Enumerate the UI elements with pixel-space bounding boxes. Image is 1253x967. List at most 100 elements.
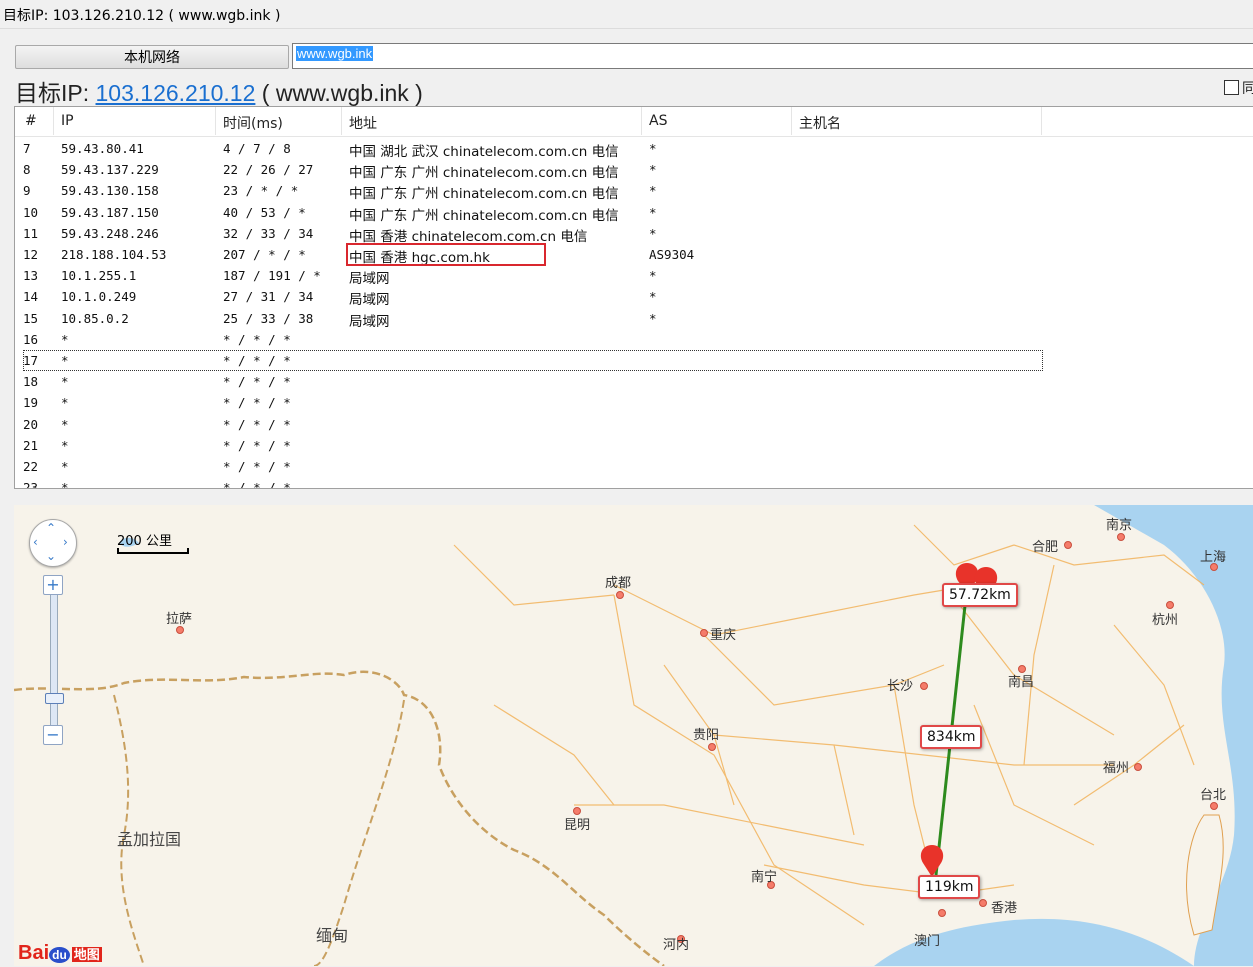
city-label: 合肥 [1032, 540, 1059, 555]
cell-n: 14 [23, 289, 39, 305]
cell-n: 13 [23, 268, 39, 284]
marker-guangzhou[interactable] [920, 845, 944, 877]
headline-domain: ( www.wgb.ink ) [255, 80, 423, 106]
cell-ip: * [61, 331, 69, 347]
route-map[interactable]: ⌃ ⌄ ‹ › + − 200 公里 南京 合肥 上海 杭州 成都 重庆 拉萨 … [14, 505, 1253, 966]
cell-n: 7 [23, 141, 31, 156]
pan-right-icon[interactable]: › [63, 536, 68, 548]
cell-n: 12 [23, 247, 39, 262]
cell-ip: * [61, 480, 69, 489]
cell-ip: 10.1.255.1 [61, 268, 137, 284]
cell-addr: 中国 香港 chinatelecom.com.cn 电信 [349, 228, 588, 245]
zoom-slider-track[interactable] [50, 585, 58, 737]
cell-time: 23 / * / * [223, 183, 299, 199]
window-title: 目标IP: 103.126.210.12 ( www.wgb.ink ) [3, 8, 281, 24]
target-input[interactable]: www.wgb.ink [292, 43, 1253, 69]
cell-ip: 218.188.104.53 [61, 247, 167, 262]
cell-n: 23 [23, 480, 39, 489]
cell-ip: * [61, 437, 69, 453]
table-row[interactable]: 9 59.43.130.158 23 / * / * 中国 广东 广州 chinate… [15, 180, 1253, 203]
table-row[interactable]: 19 * * / * / * [15, 392, 1253, 413]
cell-addr: 中国 广东 广州 chinatelecom.com.cn 电信 [349, 186, 619, 203]
cell-ip: 59.43.187.150 [61, 204, 159, 220]
cell-as: * [649, 141, 657, 156]
scale-label: 200 公里 [117, 534, 172, 549]
table-row[interactable]: 20 * * / * / * [15, 414, 1253, 435]
target-input-value: www.wgb.ink [296, 46, 374, 61]
cell-n: 10 [23, 204, 39, 220]
table-row[interactable]: 11 59.43.248.246 32 / 33 / 34 中国 香港 chinate… [15, 223, 1253, 245]
pan-left-icon[interactable]: ‹ [33, 536, 38, 548]
table-row[interactable]: 23 * * / * / * [15, 477, 1253, 489]
table-row[interactable]: 22 * * / * / * [15, 456, 1253, 477]
cell-as: * [649, 225, 657, 241]
cell-as: * [649, 268, 657, 284]
distance-label: 119km [918, 875, 981, 899]
cell-ip: 59.43.130.158 [61, 183, 159, 199]
col-header-address[interactable]: 地址 [349, 113, 377, 133]
cell-addr: 中国 湖北 武汉 chinatelecom.com.cn 电信 [349, 144, 619, 160]
col-header-num[interactable]: # [25, 113, 37, 129]
col-header-time[interactable]: 时间(ms) [223, 113, 283, 133]
city-label: 杭州 [1152, 613, 1179, 628]
highlight-box [346, 243, 546, 266]
city-label: 台北 [1200, 788, 1227, 803]
zoom-out-button[interactable]: − [43, 725, 63, 745]
local-network-button[interactable]: 本机网络 [15, 45, 289, 69]
cell-ip: 10.1.0.249 [61, 289, 137, 305]
table-row[interactable]: 16 * * / * / * [15, 329, 1253, 350]
cell-addr: 局域网 [349, 292, 390, 309]
baidu-map-logo[interactable]: Bai du 地图 [18, 942, 102, 965]
cell-n: 21 [23, 437, 39, 453]
option-checkbox-label: 同 [1242, 81, 1253, 97]
table-row[interactable]: 13 10.1.255.1 187 / 191 / * 局域网 * [15, 265, 1253, 287]
cell-ip: * [61, 395, 69, 411]
cell-n: 16 [23, 331, 39, 347]
col-header-as[interactable]: AS [649, 113, 667, 129]
scale-bar [117, 548, 189, 554]
col-header-hostname[interactable]: 主机名 [799, 113, 841, 133]
cell-as: * [649, 204, 657, 220]
pan-up-icon[interactable]: ⌃ [46, 522, 56, 534]
pan-control[interactable]: ⌃ ⌄ ‹ › [29, 519, 77, 567]
city-label: 河内 [663, 938, 690, 953]
cell-as: * [649, 162, 657, 178]
city-label: 南昌 [1008, 675, 1035, 690]
city-label: 贵阳 [693, 728, 720, 743]
zoom-slider-handle[interactable] [45, 693, 64, 704]
cell-n: 9 [23, 183, 31, 199]
table-row[interactable]: 18 * * / * / * [15, 371, 1253, 392]
city-label: 拉萨 [166, 612, 193, 627]
cell-n: 17 [23, 353, 39, 368]
table-row[interactable]: 10 59.43.187.150 40 / 53 / * 中国 广东 广州 china… [15, 202, 1253, 224]
trace-table[interactable]: # IP 时间(ms) 地址 AS 主机名 7 59.43.80.41 4 / 7 … [14, 106, 1253, 489]
table-row[interactable]: 17 * * / * / * [15, 350, 1253, 371]
cell-time: 22 / 26 / 27 [223, 162, 314, 178]
target-ip-link[interactable]: 103.126.210.12 [96, 80, 256, 106]
table-row[interactable]: 21 * * / * / * [15, 435, 1253, 456]
table-header: # IP 时间(ms) 地址 AS 主机名 [15, 107, 1253, 137]
country-label: 孟加拉国 [117, 830, 182, 849]
table-row[interactable]: 14 10.1.0.249 27 / 31 / 34 局域网 * [15, 286, 1253, 309]
cell-n: 18 [23, 374, 39, 390]
cell-n: 15 [23, 310, 39, 326]
pan-down-icon[interactable]: ⌄ [46, 550, 56, 562]
cell-time: * / * / * [223, 480, 291, 489]
table-row[interactable]: 12 218.188.104.53 207 / * / * 中国 香港 hgc.com… [15, 244, 1253, 266]
zoom-in-button[interactable]: + [43, 575, 63, 595]
table-row[interactable]: 7 59.43.80.41 4 / 7 / 8 中国 湖北 武汉 chinatelec… [15, 138, 1253, 160]
target-headline: 目标IP: 103.126.210.12 ( www.wgb.ink ) [15, 74, 423, 108]
cell-time: 187 / 191 / * [223, 268, 321, 284]
distance-label: 57.72km [942, 583, 1018, 607]
city-label: 南宁 [751, 870, 778, 885]
cell-time: * / * / * [223, 353, 291, 368]
city-label: 南京 [1106, 518, 1133, 533]
col-header-ip[interactable]: IP [61, 113, 74, 129]
cell-as: * [649, 183, 657, 199]
table-row[interactable]: 15 10.85.0.2 25 / 33 / 38 局域网 * [15, 308, 1253, 330]
cell-addr: 局域网 [349, 313, 390, 330]
distance-label: 834km [920, 725, 983, 749]
table-row[interactable]: 8 59.43.137.229 22 / 26 / 27 中国 广东 广州 china… [15, 159, 1253, 182]
option-checkbox[interactable] [1224, 80, 1239, 95]
cell-addr: 中国 广东 广州 chinatelecom.com.cn 电信 [349, 165, 619, 182]
